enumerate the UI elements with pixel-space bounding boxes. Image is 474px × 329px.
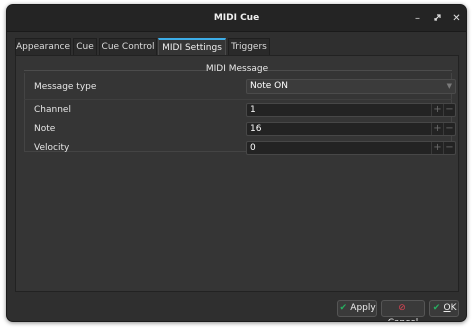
velocity-increment-icon[interactable]: + bbox=[431, 142, 443, 154]
note-decrement-icon[interactable]: − bbox=[443, 123, 455, 135]
minimize-icon[interactable]: – bbox=[411, 12, 424, 25]
close-icon[interactable]: ✕ bbox=[450, 12, 463, 25]
tab-cue[interactable]: Cue bbox=[73, 38, 97, 55]
ok-label-mnemonic: O bbox=[443, 303, 451, 313]
restore-icon[interactable] bbox=[431, 12, 444, 25]
ok-button[interactable]: ✔ OK bbox=[429, 300, 459, 317]
channel-label: Channel bbox=[34, 105, 71, 115]
checkmark-icon: ✔ bbox=[432, 303, 441, 313]
channel-increment-icon[interactable]: + bbox=[431, 104, 443, 116]
channel-decrement-icon[interactable]: − bbox=[443, 104, 455, 116]
title-bar[interactable]: MIDI Cue – ✕ bbox=[7, 5, 466, 32]
apply-button[interactable]: ✔ Apply bbox=[337, 300, 377, 317]
apply-label: Apply bbox=[350, 303, 376, 313]
midi-cue-dialog: MIDI Cue – ✕ Appearance Cue Cue Control … bbox=[6, 4, 467, 322]
tab-cue-control[interactable]: Cue Control bbox=[99, 38, 157, 55]
velocity-decrement-icon[interactable]: − bbox=[443, 142, 455, 154]
window-title: MIDI Cue bbox=[213, 13, 260, 23]
tab-midi-settings[interactable]: MIDI Settings bbox=[158, 38, 226, 56]
channel-value[interactable]: 1 bbox=[250, 104, 256, 116]
checkmark-icon: ✔ bbox=[339, 303, 348, 313]
note-label: Note bbox=[34, 124, 56, 134]
ok-label-rest: K bbox=[450, 303, 457, 313]
message-type-label: Message type bbox=[34, 82, 97, 92]
velocity-label: Velocity bbox=[34, 143, 70, 153]
tab-appearance[interactable]: Appearance bbox=[15, 38, 71, 55]
chevron-down-icon: ▼ bbox=[446, 82, 452, 90]
note-spinbox[interactable]: 16 + − bbox=[246, 122, 456, 136]
section-divider-right bbox=[268, 70, 452, 71]
cancel-label-rest: ancel bbox=[394, 318, 418, 321]
cancel-button[interactable]: ⊘Cancel bbox=[381, 300, 425, 321]
row-separator bbox=[24, 99, 452, 100]
message-type-select[interactable]: Note ON ▼ bbox=[246, 79, 456, 94]
velocity-value[interactable]: 0 bbox=[250, 142, 256, 154]
note-increment-icon[interactable]: + bbox=[431, 123, 443, 135]
tab-triggers[interactable]: Triggers bbox=[228, 38, 270, 55]
cancel-icon: ⊘ bbox=[398, 303, 406, 313]
message-type-value: Note ON bbox=[250, 81, 288, 91]
channel-spinbox[interactable]: 1 + − bbox=[246, 103, 456, 117]
midi-settings-panel: MIDI Message Message type Note ON ▼ Chan… bbox=[15, 55, 459, 292]
velocity-spinbox[interactable]: 0 + − bbox=[246, 141, 456, 155]
note-value[interactable]: 16 bbox=[250, 123, 261, 135]
